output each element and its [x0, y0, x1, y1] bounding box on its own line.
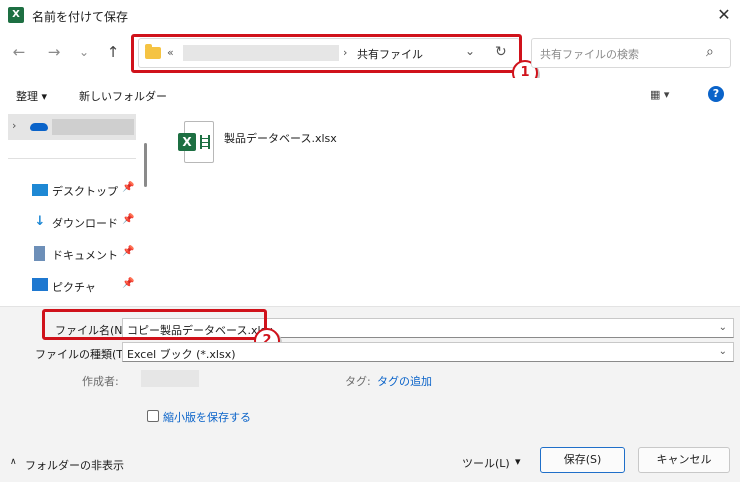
excel-badge-icon: X — [178, 133, 196, 151]
pictures-icon — [32, 278, 48, 291]
author-value-redacted[interactable] — [141, 370, 199, 387]
back-button[interactable]: ← — [8, 41, 30, 63]
sidebar-item-label: ダウンロード — [52, 217, 118, 230]
sidebar-item-pictures[interactable]: ピクチャ 📌 — [8, 271, 138, 301]
title-bar: X 名前を付けて保存 ✕ — [0, 0, 740, 30]
thumbnail-checkbox[interactable] — [147, 410, 159, 422]
hide-folders-button[interactable]: フォルダーの非表示 — [25, 457, 124, 473]
hide-folders-icon[interactable]: ∧ — [10, 457, 17, 467]
filetype-label: ファイルの種類(T): — [35, 348, 132, 361]
nav-divider — [8, 158, 136, 159]
nav-scrollbar[interactable] — [144, 143, 147, 187]
highlight-box-address — [131, 34, 522, 73]
sidebar-item-downloads[interactable]: ↓ ダウンロード 📌 — [8, 207, 138, 237]
filetype-value: Excel ブック (*.xlsx) — [127, 348, 236, 361]
thumbnail-label[interactable]: 縮小版を保存する — [163, 409, 251, 425]
sidebar-item-label: ピクチャ — [52, 281, 96, 294]
forward-button[interactable]: → — [43, 41, 65, 63]
filename-dropdown-icon[interactable]: ⌄ — [719, 322, 727, 333]
excel-file-icon[interactable]: X — [178, 121, 214, 163]
download-icon: ↓ — [34, 214, 46, 229]
sidebar-item-documents[interactable]: ドキュメント 📌 — [8, 239, 138, 269]
search-box[interactable]: 共有ファイルの検索 ⌕ — [531, 38, 731, 68]
filetype-select[interactable]: Excel ブック (*.xlsx) ⌄ — [122, 342, 734, 362]
onedrive-item[interactable]: › — [8, 114, 136, 140]
recent-locations-button[interactable]: ⌄ — [73, 41, 95, 63]
pin-icon: 📌 — [122, 246, 135, 257]
search-icon[interactable]: ⌕ — [706, 44, 714, 60]
author-label: 作成者: — [82, 375, 119, 388]
tags-label: タグ: — [345, 375, 371, 388]
highlight-box-filename — [42, 309, 267, 340]
onedrive-cloud-icon — [30, 123, 48, 131]
close-icon[interactable]: ✕ — [712, 4, 736, 26]
sidebar-item-label: デスクトップ — [52, 185, 118, 198]
sidebar-item-desktop[interactable]: デスクトップ 📌 — [8, 175, 138, 205]
search-input[interactable]: 共有ファイルの検索 — [540, 46, 639, 62]
help-icon[interactable]: ? — [708, 86, 724, 102]
excel-app-icon: X — [8, 7, 24, 23]
window-title: 名前を付けて保存 — [32, 10, 129, 24]
desktop-icon — [32, 184, 48, 196]
new-folder-button[interactable]: 新しいフォルダー — [79, 88, 167, 104]
pin-icon: 📌 — [122, 214, 135, 225]
up-button[interactable]: ↑ — [102, 41, 124, 63]
organize-button[interactable]: 整理 ▾ — [16, 88, 47, 104]
filetype-dropdown-icon[interactable]: ⌄ — [719, 346, 727, 357]
pin-icon: 📌 — [122, 278, 135, 289]
tools-button[interactable]: ツール(L) — [462, 455, 510, 471]
document-icon — [34, 246, 45, 261]
cancel-button[interactable]: キャンセル — [638, 447, 730, 473]
add-tags-link[interactable]: タグの追加 — [377, 373, 432, 389]
onedrive-label-redacted — [52, 119, 134, 135]
tools-dropdown-icon[interactable]: ▾ — [515, 455, 521, 468]
file-item-label[interactable]: 製品データベース.xlsx — [224, 130, 337, 146]
expand-chevron-icon[interactable]: › — [12, 119, 16, 132]
view-options-icon[interactable]: ▦ ▾ — [650, 88, 669, 101]
save-button[interactable]: 保存(S) — [540, 447, 625, 473]
pin-icon: 📌 — [122, 182, 135, 193]
sidebar-item-label: ドキュメント — [52, 249, 118, 262]
